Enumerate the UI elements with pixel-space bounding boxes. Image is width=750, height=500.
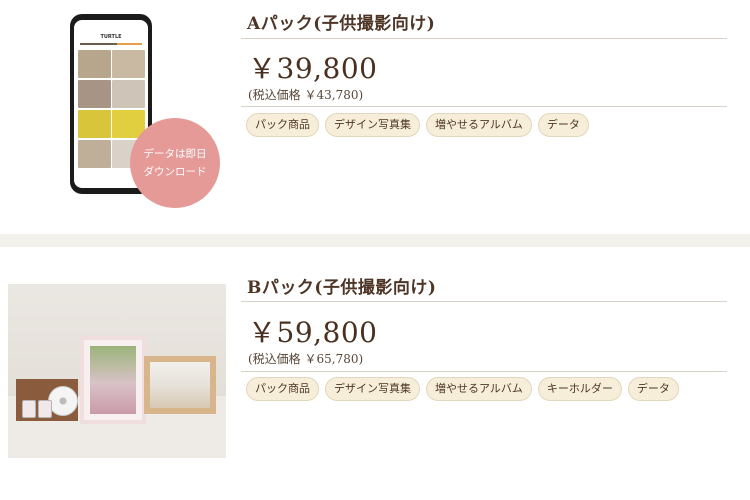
price-divider <box>241 371 727 372</box>
phone-brand-logo: TURTLE <box>100 34 122 40</box>
photo-thumbnail <box>78 110 111 138</box>
tag-pack-product: パック商品 <box>246 377 319 401</box>
pack-price: ￥59,800 <box>248 316 378 349</box>
same-day-download-badge: データは即日 ダウンロード <box>130 118 220 208</box>
phone-tab-bar <box>80 43 142 45</box>
photo-frame-landscape <box>144 356 216 414</box>
tag-expandable-album: 増やせるアルバム <box>426 113 532 137</box>
frame-photo <box>90 346 136 414</box>
dvd-disc <box>48 386 78 416</box>
frame-photo <box>150 362 210 408</box>
tag-data: データ <box>537 113 589 137</box>
title-divider <box>241 301 727 302</box>
pack-title: Bパック(子供撮影向け) <box>247 278 437 298</box>
pack-card-a: TURTLE データは即日 ダウンロード Aパック(子供撮影向け) ￥39,80… <box>0 0 750 234</box>
pack-price: ￥39,800 <box>248 52 378 85</box>
badge-line-1: データは即日 <box>143 148 207 160</box>
tag-list: パック商品 デザイン写真集 増やせるアルバム キーホルダー データ <box>246 377 679 401</box>
tag-list: パック商品 デザイン写真集 増やせるアルバム データ <box>246 113 589 137</box>
tag-keyholder: キーホルダー <box>537 377 622 401</box>
title-divider <box>241 38 727 39</box>
photo-thumbnail <box>78 80 111 108</box>
photo-frame-portrait <box>80 336 146 424</box>
keyholder <box>22 400 36 418</box>
tag-design-photobook: デザイン写真集 <box>325 377 420 401</box>
tax-included-price: (税込価格 ￥65,780) <box>248 352 364 366</box>
pack-title: Aパック(子供撮影向け) <box>247 14 436 34</box>
tag-design-photobook: デザイン写真集 <box>325 113 420 137</box>
photo-thumbnail <box>78 50 111 78</box>
tax-included-price: (税込価格 ￥43,780) <box>248 88 364 102</box>
tag-data: データ <box>627 377 679 401</box>
tag-pack-product: パック商品 <box>246 113 319 137</box>
tag-expandable-album: 増やせるアルバム <box>426 377 532 401</box>
photo-thumbnail <box>112 80 145 108</box>
keyholder <box>38 400 52 418</box>
badge-line-2: ダウンロード <box>143 166 207 178</box>
photo-thumbnail <box>112 50 145 78</box>
photo-thumbnail <box>78 140 111 168</box>
price-divider <box>241 106 727 107</box>
product-set-photo <box>8 284 226 458</box>
